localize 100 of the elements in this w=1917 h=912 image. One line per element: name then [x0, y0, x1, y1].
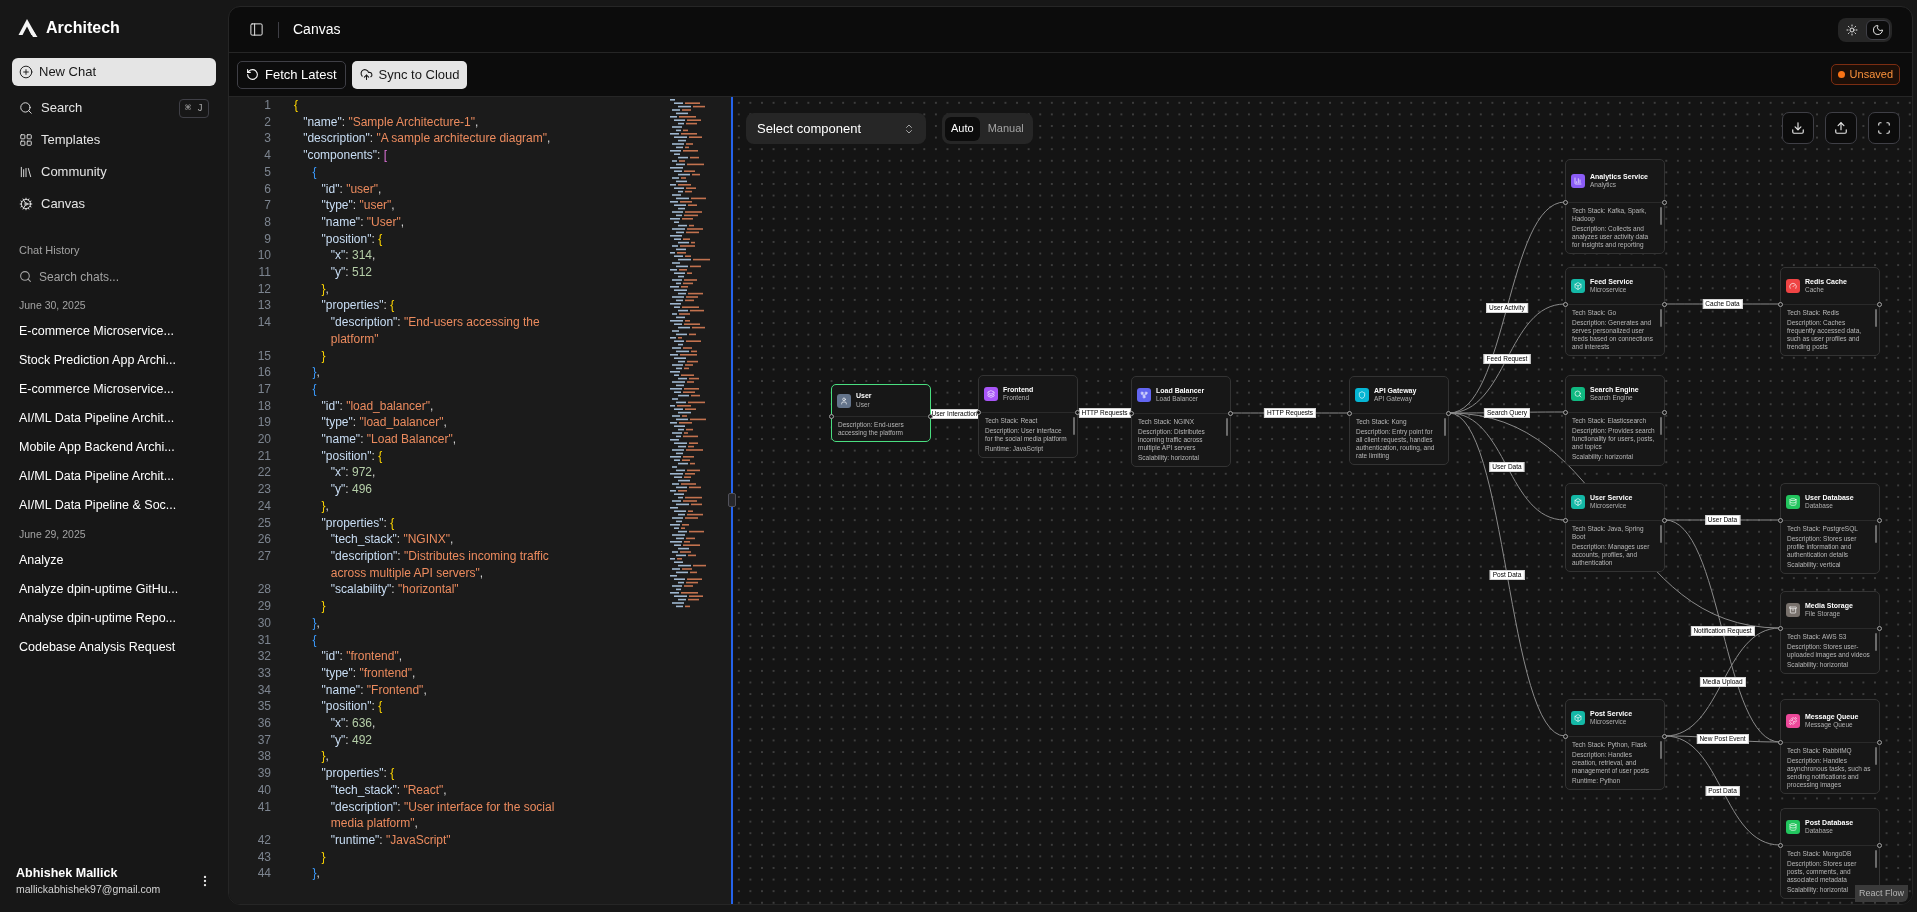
connection-handle[interactable] [1129, 411, 1134, 416]
connection-handle[interactable] [1662, 410, 1667, 415]
chat-history-item[interactable]: E-commerce Microservice... [12, 374, 216, 404]
connection-handle[interactable] [1228, 411, 1233, 416]
code-line: "id": "frontend", [320, 648, 404, 665]
nav-item[interactable]: Canvas [12, 188, 216, 220]
layout-mode-tab[interactable]: Manual [981, 116, 1030, 141]
connection-handle[interactable] [1778, 518, 1783, 523]
connection-handle[interactable] [1877, 518, 1882, 523]
attribution-link[interactable]: React Flow [1855, 884, 1908, 902]
chat-history-item[interactable]: AI/ML Data Pipeline & Soc... [12, 490, 216, 520]
line-number: 44 [256, 865, 271, 883]
download-button[interactable] [1782, 112, 1814, 144]
scrollbar-thumb[interactable] [1875, 525, 1877, 543]
connection-handle[interactable] [1662, 734, 1667, 739]
code-line: "position": { [320, 230, 384, 248]
code-line: "name": "Frontend", [320, 681, 428, 699]
line-number: 12 [256, 280, 271, 298]
code-line: "components": [ [302, 147, 389, 164]
shortcut-key: ⌘ J [178, 98, 209, 118]
chat-history-item[interactable]: Stock Prediction App Archi... [12, 345, 216, 375]
scrollbar-thumb[interactable] [1444, 418, 1446, 436]
nav-item[interactable]: Community [12, 156, 216, 188]
line-number: 29 [256, 598, 271, 615]
section-title: Chat History [18, 243, 81, 258]
connection-handle[interactable] [1778, 843, 1783, 848]
line-number: 6 [263, 180, 271, 198]
connection-handle[interactable] [1662, 200, 1667, 205]
connection-handle[interactable] [1662, 302, 1667, 307]
connection-handle[interactable] [1877, 843, 1882, 848]
chat-history-item[interactable]: Mobile App Backend Archi... [12, 432, 216, 462]
nav-item[interactable]: Search ⌘ J [12, 92, 216, 124]
connection-handle[interactable] [1662, 518, 1667, 523]
fit-view-button[interactable] [1868, 112, 1900, 144]
layout-mode-tab[interactable]: Auto [945, 116, 980, 141]
chat-history-item[interactable]: E-commerce Microservice... [12, 316, 216, 346]
connection-handle[interactable] [1563, 200, 1568, 205]
connection-handle[interactable] [1778, 740, 1783, 745]
line-number: 26 [256, 531, 271, 548]
connection-handle[interactable] [1877, 740, 1882, 745]
chat-history-item[interactable]: AI/ML Data Pipeline Archit... [12, 403, 216, 433]
line-number: 13 [256, 297, 271, 315]
connection-handle[interactable] [1563, 518, 1568, 523]
connection-handle[interactable] [1877, 626, 1882, 631]
scrollbar-thumb[interactable] [1660, 417, 1662, 435]
line-number: 2 [263, 113, 271, 131]
connection-handle[interactable] [976, 410, 981, 415]
code-editor[interactable] [229, 97, 731, 904]
chat-history-item[interactable]: AI/ML Data Pipeline Archit... [12, 461, 216, 491]
line-number: 7 [263, 197, 271, 214]
toolbar-button[interactable]: Fetch Latest [237, 60, 346, 89]
line-number: 16 [256, 364, 271, 381]
code-line: "id": "load_balancer", [320, 397, 435, 415]
connection-handle[interactable] [1446, 411, 1451, 416]
line-number: 37 [256, 731, 271, 749]
connection-handle[interactable] [1563, 734, 1568, 739]
line-number: 11 [257, 264, 271, 281]
theme-option[interactable] [1866, 19, 1890, 40]
page-title: Canvas [293, 20, 341, 39]
chat-history-item[interactable]: Analyze dpin-uptime GitHu... [12, 574, 216, 604]
code-line: "tech_stack": "React", [329, 781, 448, 799]
connection-handle[interactable] [1563, 410, 1568, 415]
line-number: 40 [256, 781, 271, 799]
connection-handle[interactable] [1778, 302, 1783, 307]
sidebar-toggle-icon[interactable] [249, 22, 264, 37]
line-number: 3 [263, 130, 271, 148]
code-line: "name": "User", [320, 213, 406, 231]
toolbar-button[interactable]: Sync to Cloud [351, 60, 468, 89]
connection-handle[interactable] [928, 414, 933, 419]
scrollbar-thumb[interactable] [1660, 309, 1662, 327]
chat-history-item[interactable]: Analyse dpin-uptime Repo... [12, 603, 216, 633]
new-chat-button[interactable]: New Chat [12, 58, 216, 86]
scrollbar-thumb[interactable] [1875, 747, 1877, 765]
upload-button[interactable] [1825, 112, 1857, 144]
component-select[interactable]: Select component [746, 113, 926, 144]
date-heading: June 30, 2025 [18, 297, 87, 313]
connection-handle[interactable] [1877, 302, 1882, 307]
chat-history-item[interactable]: Codebase Analysis Request [12, 632, 216, 662]
code-line: "type": "frontend", [320, 664, 417, 682]
connection-handle[interactable] [1563, 302, 1568, 307]
date-heading: June 29, 2025 [18, 526, 87, 542]
connection-handle[interactable] [1075, 410, 1080, 415]
line-number: 18 [256, 397, 271, 415]
download-icon [1791, 121, 1805, 135]
search-chats-field[interactable]: Search chats... [39, 267, 199, 286]
scrollbar-thumb[interactable] [1660, 525, 1662, 543]
connection-handle[interactable] [829, 414, 834, 419]
scrollbar-thumb[interactable] [1660, 207, 1662, 225]
line-number: 35 [256, 698, 271, 715]
scrollbar-thumb[interactable] [1875, 633, 1877, 651]
scrollbar-thumb[interactable] [1226, 418, 1228, 436]
connection-handle[interactable] [1347, 411, 1352, 416]
chat-history-item[interactable]: Analyze [12, 545, 216, 575]
scan-icon [1877, 121, 1891, 135]
nav-item[interactable]: Templates [12, 124, 216, 156]
scrollbar-thumb[interactable] [1073, 417, 1075, 435]
scrollbar-thumb[interactable] [1875, 850, 1877, 868]
scrollbar-thumb[interactable] [1660, 741, 1662, 759]
connection-handle[interactable] [1778, 626, 1783, 631]
scrollbar-thumb[interactable] [1875, 309, 1877, 327]
